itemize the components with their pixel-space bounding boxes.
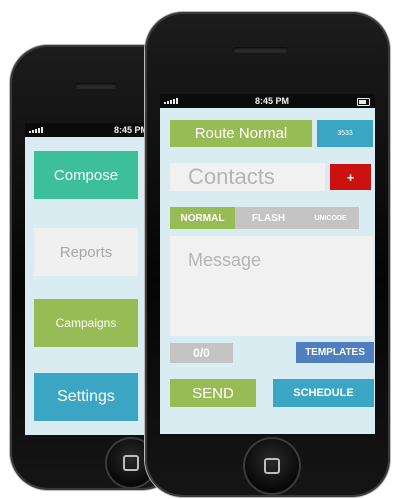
schedule-label: SCHEDULE — [293, 387, 354, 399]
contacts-input[interactable]: Contacts — [170, 163, 325, 191]
status-time: 8:45 PM — [255, 96, 290, 106]
status-time: 8:45 PM — [113, 125, 148, 135]
tab-flash[interactable]: FLASH — [235, 207, 302, 229]
reports-button[interactable]: Reports — [34, 228, 138, 276]
schedule-button[interactable]: SCHEDULE — [273, 379, 374, 407]
home-square-icon — [123, 455, 139, 471]
compose-label: Compose — [53, 166, 119, 184]
plus-icon: + — [346, 169, 355, 185]
campaigns-button[interactable]: Campaigns — [34, 299, 138, 347]
char-count: 0/0 — [193, 346, 210, 360]
route-selector[interactable]: Route Normal — [170, 120, 312, 147]
settings-button[interactable]: Settings — [34, 373, 138, 421]
character-counter: 0/0 — [170, 343, 233, 363]
tab-normal-label: NORMAL — [180, 212, 225, 224]
templates-label: TEMPLATES — [305, 347, 365, 358]
send-label: SEND — [192, 384, 234, 402]
reports-label: Reports — [59, 243, 113, 261]
contacts-placeholder: Contacts — [188, 164, 275, 189]
battery-icon — [357, 98, 370, 106]
tab-flash-label: FLASH — [251, 212, 286, 224]
tab-unicode-label: UNICODE — [314, 214, 347, 222]
add-contact-button[interactable]: + — [330, 164, 371, 190]
front-phone: 8:45 PM Route Normal 3533 Contacts + NOR… — [145, 12, 390, 497]
send-button[interactable]: SEND — [170, 379, 256, 407]
status-bar: 8:45 PM — [160, 94, 375, 108]
message-placeholder: Message — [188, 250, 262, 270]
compose-button[interactable]: Compose — [34, 151, 138, 199]
route-label: Route Normal — [194, 125, 288, 142]
campaigns-label: Campaigns — [55, 316, 117, 330]
home-button[interactable] — [243, 437, 301, 495]
speaker-grille — [233, 47, 288, 53]
route-count: 3533 — [337, 130, 353, 137]
templates-button[interactable]: TEMPLATES — [296, 342, 374, 363]
settings-label: Settings — [57, 388, 115, 405]
home-square-icon — [264, 458, 280, 474]
tab-unicode[interactable]: UNICODE — [302, 207, 359, 229]
speaker-grille — [75, 83, 117, 89]
front-phone-screen: 8:45 PM Route Normal 3533 Contacts + NOR… — [160, 94, 375, 434]
message-textarea[interactable]: Message — [170, 236, 373, 336]
route-count-badge: 3533 — [317, 120, 373, 147]
tab-normal[interactable]: NORMAL — [170, 207, 235, 229]
signal-icon — [29, 127, 43, 133]
signal-icon — [164, 98, 178, 104]
